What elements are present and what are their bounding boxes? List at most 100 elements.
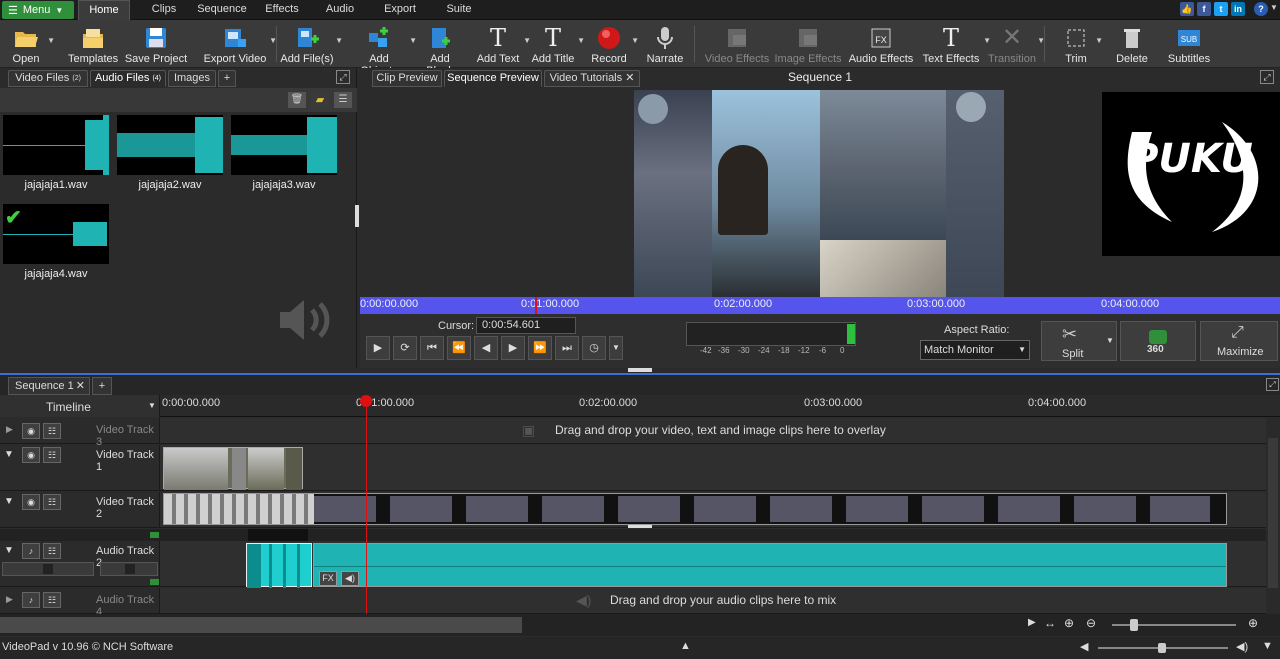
video-effects-button[interactable]: Video Effects: [704, 22, 770, 66]
undock-icon[interactable]: ⤢: [336, 70, 350, 84]
export-video-button[interactable]: Export Video ▼: [202, 22, 277, 66]
transition-button[interactable]: ✕ Transition ▼: [988, 22, 1045, 66]
track-options-icon[interactable]: ☷: [43, 543, 61, 559]
trash-icon[interactable]: 🗑: [288, 92, 306, 108]
fit-timeline-icon[interactable]: ↔: [1044, 616, 1056, 630]
clip-fx-button[interactable]: FX: [319, 571, 337, 586]
tab-audio-files[interactable]: Audio Files (4): [90, 70, 166, 87]
audio-clip[interactable]: FX ◀): [313, 543, 1227, 587]
media-clip[interactable]: jajajaja2.wav: [117, 115, 223, 191]
go-to-start-button[interactable]: ⏮: [420, 336, 444, 360]
chevron-down-icon[interactable]: ▼: [1106, 336, 1114, 345]
previous-clip-button[interactable]: ⏪: [447, 336, 471, 360]
volume-low-icon[interactable]: ◀: [1080, 640, 1088, 653]
video-clip[interactable]: [163, 493, 1227, 525]
step-back-button[interactable]: ◀: [474, 336, 498, 360]
panel-resize-handle[interactable]: [355, 205, 359, 227]
track-options-icon[interactable]: ☷: [43, 592, 61, 608]
add-title-button[interactable]: T Add Title ▼: [530, 22, 585, 66]
playhead-handle[interactable]: [360, 395, 372, 407]
linkedin-icon[interactable]: in: [1231, 2, 1245, 16]
save-project-button[interactable]: Save Project: [124, 22, 188, 66]
timeline-mode-select[interactable]: Timeline ▼: [0, 395, 160, 417]
vr-360-button[interactable]: 360: [1120, 321, 1196, 361]
templates-button[interactable]: Templates: [68, 22, 118, 66]
split-button[interactable]: ✂ Split ▼: [1041, 321, 1117, 361]
play-button[interactable]: ▶: [366, 336, 390, 360]
twitter-icon[interactable]: t: [1214, 2, 1228, 16]
add-files-button[interactable]: Add File(s) ▼: [280, 22, 343, 66]
eye-icon[interactable]: ◉: [22, 447, 40, 463]
open-button[interactable]: Open ▼: [6, 22, 55, 66]
speaker-icon[interactable]: ♪: [22, 592, 40, 608]
maximize-button[interactable]: ⤢ Maximize: [1200, 321, 1278, 361]
like-icon[interactable]: 👍: [1180, 2, 1194, 16]
tab-sequence-1[interactable]: Sequence 1 ✕: [8, 377, 90, 395]
expand-icon[interactable]: ▶: [6, 424, 13, 435]
new-folder-icon[interactable]: ▰: [311, 92, 329, 108]
zoom-fit-icon[interactable]: ⊕: [1064, 616, 1074, 630]
playback-dropdown[interactable]: ▼: [609, 336, 623, 360]
speaker-icon[interactable]: ♪: [22, 543, 40, 559]
panel-resize-handle[interactable]: [628, 368, 652, 372]
go-to-end-button[interactable]: ⏭: [555, 336, 579, 360]
tab-clips[interactable]: Clips: [142, 0, 186, 20]
tab-audio[interactable]: Audio: [318, 0, 362, 20]
tab-effects[interactable]: Effects: [258, 0, 306, 20]
media-clip[interactable]: jajajaja1.wav: [3, 115, 109, 191]
audio-effects-button[interactable]: FX Audio Effects: [848, 22, 914, 66]
tab-home[interactable]: Home: [78, 0, 130, 20]
image-effects-button[interactable]: Image Effects: [774, 22, 842, 66]
undock-icon[interactable]: ⤢: [1260, 70, 1274, 84]
collapse-icon[interactable]: ▼: [4, 496, 14, 507]
media-clip[interactable]: jajajaja3.wav: [231, 115, 337, 191]
media-clip[interactable]: ✔ jajajaja4.wav: [3, 204, 109, 280]
pan-slider[interactable]: [100, 562, 158, 576]
next-clip-button[interactable]: ⏩: [528, 336, 552, 360]
track-options-icon[interactable]: ☷: [43, 447, 61, 463]
track-options-icon[interactable]: ☷: [43, 423, 61, 439]
add-text-button[interactable]: T Add Text ▼: [474, 22, 531, 66]
collapse-icon[interactable]: ▼: [4, 449, 14, 460]
help-dropdown-icon[interactable]: ▼: [1270, 3, 1278, 12]
record-button[interactable]: Record ▼: [588, 22, 639, 66]
audio-clip[interactable]: [246, 543, 312, 588]
preview-playhead[interactable]: [535, 297, 537, 314]
tab-video-files[interactable]: Video Files (2): [8, 70, 88, 87]
volume-slider[interactable]: [2, 562, 94, 576]
menu-button[interactable]: ☰ Menu ▼: [2, 1, 74, 19]
add-sequence-tab[interactable]: +: [92, 377, 112, 395]
status-dropdown-icon[interactable]: ▼: [1262, 640, 1273, 652]
master-volume-slider[interactable]: [1098, 643, 1228, 653]
horizontal-scrollbar-thumb[interactable]: [0, 617, 522, 633]
tab-video-tutorials[interactable]: Video Tutorials ✕: [544, 70, 640, 87]
collapse-icon[interactable]: ▼: [4, 545, 14, 556]
subtitles-button[interactable]: SUB Subtitles: [1166, 22, 1212, 66]
expand-panel-icon[interactable]: ▲: [680, 640, 691, 652]
scroll-right-icon[interactable]: ▶: [1028, 617, 1036, 628]
zoom-slider[interactable]: [1112, 619, 1236, 631]
expand-icon[interactable]: ▶: [6, 594, 13, 605]
cursor-time-field[interactable]: 0:00:54.601: [476, 317, 576, 334]
volume-high-icon[interactable]: ◀): [1236, 640, 1248, 653]
clip-volume-button[interactable]: ◀): [341, 571, 359, 586]
preview-ruler[interactable]: 0:00:00.000 0:01:00.000 0:02:00.000 0:03…: [360, 297, 1280, 314]
zoom-in-icon[interactable]: ⊕: [1248, 616, 1258, 630]
add-bin-tab[interactable]: +: [218, 70, 236, 87]
preview-video-frame[interactable]: [634, 90, 1004, 297]
tab-clip-preview[interactable]: Clip Preview: [372, 70, 442, 87]
eye-icon[interactable]: ◉: [22, 494, 40, 510]
close-icon[interactable]: ✕: [76, 378, 85, 394]
close-icon[interactable]: ✕: [625, 72, 634, 84]
zoom-out-icon[interactable]: ⊖: [1086, 616, 1096, 630]
aspect-ratio-select[interactable]: Match Monitor ▼: [920, 340, 1030, 360]
video-clip[interactable]: [163, 447, 303, 490]
add-blank-button[interactable]: Add Blank: [416, 22, 464, 77]
delete-button[interactable]: Delete: [1114, 22, 1150, 66]
playback-speed-button[interactable]: ◷: [582, 336, 606, 360]
eye-icon[interactable]: ◉: [22, 423, 40, 439]
step-forward-button[interactable]: ▶: [501, 336, 525, 360]
timeline-playhead[interactable]: [366, 407, 367, 615]
tab-suite[interactable]: Suite: [438, 0, 480, 20]
add-objects-button[interactable]: Add Objects▼: [350, 22, 417, 77]
